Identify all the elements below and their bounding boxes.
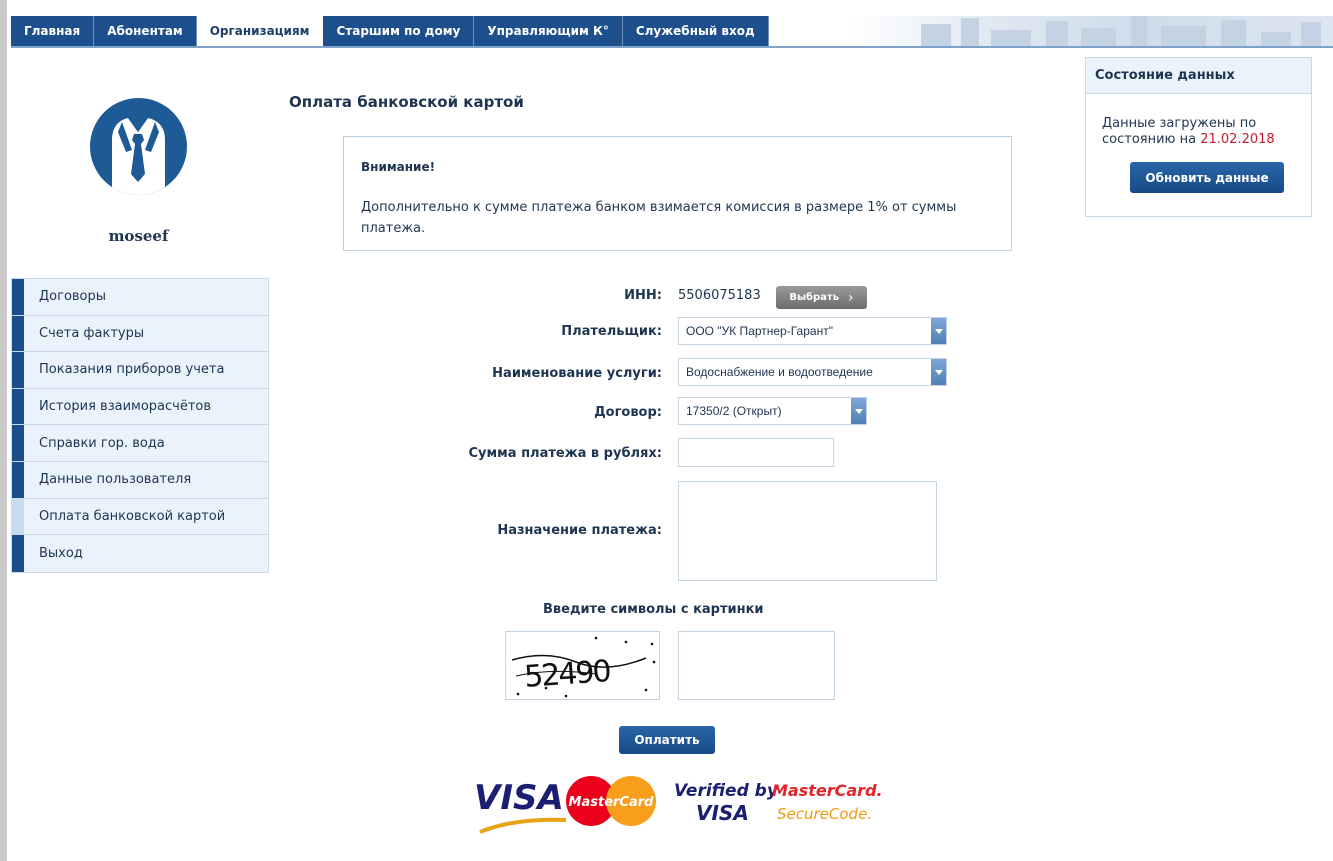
svg-text:Verified by: Verified by bbox=[674, 781, 779, 801]
notice-text: Дополнительно к сумме платежа банком взи… bbox=[361, 200, 957, 236]
amount-input[interactable] bbox=[678, 438, 834, 467]
refresh-data-button[interactable]: Обновить данные bbox=[1130, 162, 1284, 193]
tab-service-login[interactable]: Служебный вход bbox=[622, 16, 769, 46]
captcha-text: 52490 bbox=[523, 654, 612, 695]
chevron-down-icon bbox=[931, 359, 946, 385]
tab-subscribers[interactable]: Абонентам bbox=[94, 16, 197, 46]
visa-logo: VISA bbox=[474, 778, 567, 834]
payer-select-value: ООО "УК Партнер-Гарант" bbox=[686, 324, 833, 338]
contract-select[interactable]: 17350/2 (Открыт) bbox=[678, 397, 867, 425]
chevron-right-icon: › bbox=[848, 289, 854, 306]
notice-box: Внимание! Дополнительно к сумме платежа … bbox=[343, 136, 1012, 251]
sidebar-item-hot-water-certificates[interactable]: Справки гор. вода bbox=[12, 425, 268, 462]
mastercard-logo: MasterCard bbox=[566, 776, 656, 826]
inn-value: 5506075183 bbox=[678, 288, 761, 303]
chevron-down-icon bbox=[851, 398, 866, 424]
payer-select[interactable]: ООО "УК Партнер-Гарант" bbox=[678, 317, 947, 345]
left-page-border bbox=[0, 0, 7, 861]
sidebar-item-logout[interactable]: Выход bbox=[12, 535, 268, 572]
data-state-title: Состояние данных bbox=[1086, 58, 1311, 94]
notice-title: Внимание! bbox=[361, 160, 436, 174]
pay-button[interactable]: Оплатить bbox=[619, 726, 715, 754]
contract-label: Договор: bbox=[594, 405, 662, 420]
payment-logos: VISA MasterCard Verified by VISA MasterC… bbox=[474, 768, 894, 838]
svg-text:SecureCode.: SecureCode. bbox=[777, 805, 872, 823]
sidebar-menu: Договоры Счета фактуры Показания приборо… bbox=[11, 278, 269, 573]
service-label: Наименование услуги: bbox=[492, 366, 662, 381]
payer-label: Плательщик: bbox=[561, 324, 662, 339]
username: moseef bbox=[108, 227, 169, 245]
tab-organizations[interactable]: Организациям bbox=[196, 16, 324, 46]
data-state-date: 21.02.2018 bbox=[1200, 132, 1275, 147]
service-select-value: Водоснабжение и водоотведение bbox=[686, 365, 873, 379]
main-tabs: Главная Абонентам Организациям Старшим п… bbox=[11, 16, 769, 46]
inn-label: ИНН: bbox=[624, 288, 662, 303]
mastercard-securecode-logo: MasterCard. SecureCode. bbox=[772, 781, 883, 823]
data-state-text: Данные загружены по состоянию на 21.02.2… bbox=[1102, 116, 1302, 148]
sidebar-item-contracts[interactable]: Договоры bbox=[12, 279, 268, 316]
svg-text:MasterCard.: MasterCard. bbox=[772, 781, 883, 800]
chevron-down-icon bbox=[931, 318, 946, 344]
pick-button[interactable]: Выбрать › bbox=[776, 286, 867, 309]
svg-text:VISA: VISA bbox=[474, 778, 564, 818]
data-state-panel: Состояние данных Данные загружены по сос… bbox=[1085, 57, 1312, 217]
sidebar-item-card-payment[interactable]: Оплата банковской картой bbox=[12, 498, 268, 536]
suit-tie-icon bbox=[90, 98, 187, 195]
nav-divider bbox=[11, 46, 1333, 48]
contract-select-value: 17350/2 (Открыт) bbox=[686, 404, 782, 418]
city-skyline-banner bbox=[851, 16, 1333, 46]
service-select[interactable]: Водоснабжение и водоотведение bbox=[678, 358, 947, 386]
page-title: Оплата банковской картой bbox=[289, 93, 524, 111]
captcha-label: Введите символы с картинки bbox=[543, 602, 764, 617]
captcha-image: 52490 bbox=[505, 631, 660, 700]
tab-house-seniors[interactable]: Старшим по дому bbox=[323, 16, 475, 46]
top-navigation: Главная Абонентам Организациям Старшим п… bbox=[11, 16, 1333, 48]
purpose-label: Назначение платежа: bbox=[497, 523, 662, 538]
tab-home[interactable]: Главная bbox=[11, 16, 95, 46]
svg-text:VISA: VISA bbox=[696, 801, 749, 825]
verified-by-visa-logo: Verified by VISA bbox=[674, 781, 779, 825]
pick-button-label: Выбрать bbox=[789, 292, 840, 303]
captcha-input[interactable] bbox=[678, 631, 835, 700]
svg-text:MasterCard: MasterCard bbox=[569, 795, 655, 810]
sidebar-item-invoices[interactable]: Счета фактуры bbox=[12, 315, 268, 353]
amount-label: Сумма платежа в рублях: bbox=[468, 446, 663, 461]
sidebar-item-meter-readings[interactable]: Показания приборов учета bbox=[12, 352, 268, 389]
tab-management-companies[interactable]: Управляющим К° bbox=[474, 16, 623, 46]
purpose-textarea[interactable] bbox=[678, 481, 937, 581]
sidebar-item-user-data[interactable]: Данные пользователя bbox=[12, 461, 268, 499]
sidebar-item-settlement-history[interactable]: История взаиморасчётов bbox=[12, 388, 268, 426]
